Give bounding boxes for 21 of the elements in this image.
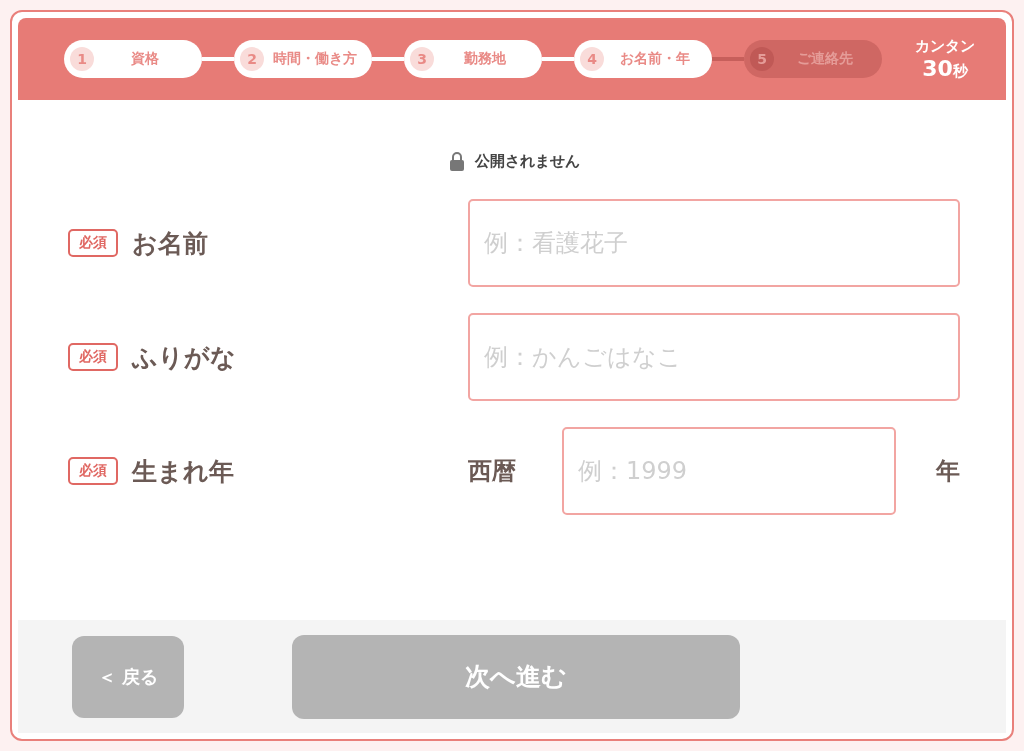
required-tag: 必須	[68, 343, 118, 371]
step-label: 時間・働き方	[272, 50, 358, 68]
step-label: 勤務地	[463, 50, 507, 68]
field-label: お名前	[132, 227, 208, 260]
field-label: ふりがな	[132, 341, 236, 374]
required-tag: 必須	[68, 229, 118, 257]
field-label: 生まれ年	[132, 455, 234, 488]
badge-time: 30秒	[922, 56, 968, 81]
step-number: 4	[580, 47, 604, 71]
step-number: 5	[750, 47, 774, 71]
privacy-note: 公開されません	[474, 152, 580, 171]
step-number: 2	[240, 47, 264, 71]
lock-icon	[448, 152, 465, 171]
step-label: お名前・年	[619, 50, 691, 68]
step-number: 3	[410, 47, 434, 71]
required-tag: 必須	[68, 457, 118, 485]
badge-text: カンタン	[915, 37, 975, 56]
unit-label: 年	[936, 456, 960, 487]
era-label: 西暦	[468, 456, 517, 487]
step-number: 1	[70, 47, 94, 71]
step-label: 資格	[130, 50, 160, 68]
